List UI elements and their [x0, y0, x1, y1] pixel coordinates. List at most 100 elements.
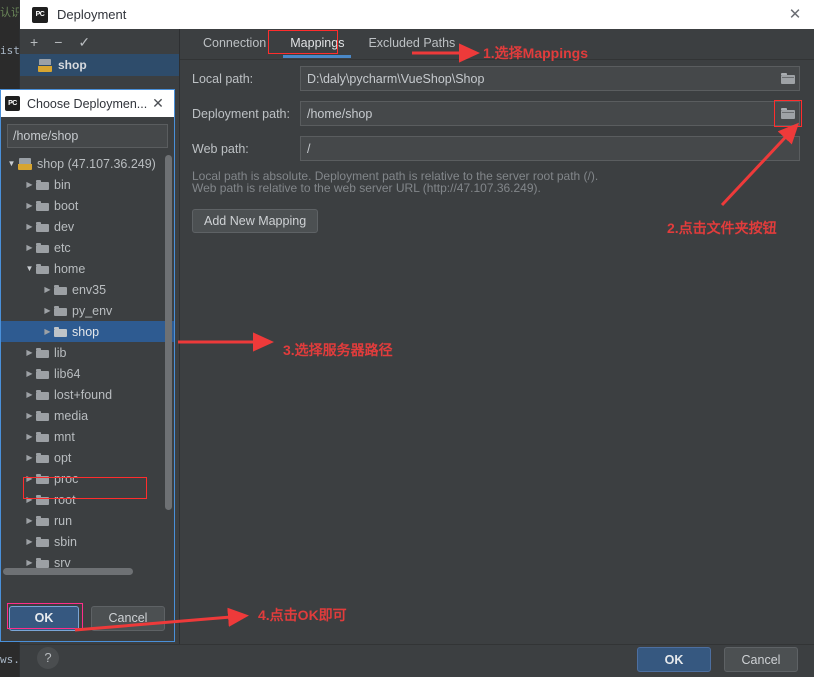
tree-node-shop-47-107-36-249-[interactable]: ▼ shop (47.107.36.249)	[1, 153, 174, 174]
tree-node-lib64[interactable]: ▶ lib64	[1, 363, 174, 384]
tab-excluded-paths[interactable]: Excluded Paths	[357, 32, 466, 56]
folder-icon	[36, 515, 49, 526]
help-icon[interactable]: ?	[37, 647, 59, 669]
chevron-right-icon[interactable]: ▶	[23, 474, 36, 483]
chevron-right-icon[interactable]: ▶	[23, 537, 36, 546]
folder-icon	[36, 410, 49, 421]
local-path-label: Local path:	[192, 71, 254, 86]
tree-node-proc[interactable]: ▶ proc	[1, 468, 174, 489]
chevron-right-icon[interactable]: ▶	[23, 390, 36, 399]
tree-node-label: home	[54, 261, 86, 276]
choose-path-input[interactable]	[8, 129, 179, 143]
pycharm-icon: PC	[32, 6, 48, 23]
tree-node-sbin[interactable]: ▶ sbin	[1, 531, 174, 552]
tree-node-label: mnt	[54, 429, 75, 444]
folder-icon	[36, 200, 49, 211]
chevron-right-icon[interactable]: ▶	[23, 453, 36, 462]
tree-node-opt[interactable]: ▶ opt	[1, 447, 174, 468]
tree-node-label: opt	[54, 450, 72, 465]
choose-dialog-title: Choose Deploymen...	[27, 96, 148, 111]
chevron-right-icon[interactable]: ▶	[23, 222, 36, 231]
servers-toolbar: + − ✓	[20, 29, 179, 54]
remote-directory-tree[interactable]: ▼ shop (47.107.36.249) ▶ bin ▶ boot ▶ dev ▶ etc ▼ h…	[1, 153, 174, 577]
tree-node-shop[interactable]: ▶ shop	[1, 321, 174, 342]
tree-node-label: root	[54, 492, 76, 507]
chevron-right-icon[interactable]: ▶	[23, 201, 36, 210]
deployment-path-input[interactable]	[301, 106, 777, 121]
folder-icon	[36, 452, 49, 463]
pycharm-icon: PC	[5, 96, 20, 111]
choose-deployment-path-dialog: PC Choose Deploymen... ✕ ▼ shop (47.107.3…	[0, 89, 179, 642]
deployment-button-group: OK Cancel	[637, 647, 798, 672]
tree-node-boot[interactable]: ▶ boot	[1, 195, 174, 216]
chevron-right-icon[interactable]: ▶	[23, 411, 36, 420]
folder-icon	[36, 347, 49, 358]
tree-node-label: py_env	[72, 303, 113, 318]
folder-icon	[36, 242, 49, 253]
background-bottom-text: ws.	[0, 653, 20, 666]
tree-node-bin[interactable]: ▶ bin	[1, 174, 174, 195]
tree-node-run[interactable]: ▶ run	[1, 510, 174, 531]
tree-node-label: shop	[72, 324, 100, 339]
web-path-field[interactable]	[300, 136, 800, 161]
close-icon[interactable]: ✕	[150, 95, 166, 111]
chevron-right-icon[interactable]: ▶	[23, 348, 36, 357]
close-icon[interactable]: ✕	[786, 6, 804, 24]
window-title: Deployment	[57, 7, 127, 22]
chevron-right-icon[interactable]: ▶	[41, 285, 54, 294]
local-path-input[interactable]	[301, 71, 777, 86]
chevron-right-icon[interactable]: ▶	[23, 180, 36, 189]
set-default-server-icon[interactable]: ✓	[78, 35, 90, 49]
tree-node-dev[interactable]: ▶ dev	[1, 216, 174, 237]
tab-connection[interactable]: Connection	[192, 32, 277, 56]
tab-mappings[interactable]: Mappings	[279, 32, 355, 58]
tree-vertical-scrollbar[interactable]	[165, 155, 172, 510]
tree-node-py-env[interactable]: ▶ py_env	[1, 300, 174, 321]
choose-dialog-button-group: OK Cancel	[1, 595, 182, 641]
tree-node-label: lib64	[54, 366, 81, 381]
chevron-right-icon[interactable]: ▶	[23, 432, 36, 441]
tree-node-label: env35	[72, 282, 107, 297]
deployment-path-browse-button[interactable]	[774, 100, 802, 127]
deployment-path-row: Deployment path:	[180, 100, 814, 127]
tree-node-label: lost+found	[54, 387, 113, 402]
deployment-path-field[interactable]	[300, 100, 802, 127]
chevron-right-icon[interactable]: ▶	[23, 369, 36, 378]
chevron-down-icon[interactable]: ▼	[23, 264, 36, 273]
tree-horizontal-scrollbar[interactable]	[3, 568, 133, 575]
chevron-right-icon[interactable]: ▶	[23, 495, 36, 504]
tree-node-lib[interactable]: ▶ lib	[1, 342, 174, 363]
folder-icon	[36, 536, 49, 547]
tree-node-root[interactable]: ▶ root	[1, 489, 174, 510]
chevron-down-icon[interactable]: ▼	[5, 159, 18, 168]
tree-node-media[interactable]: ▶ media	[1, 405, 174, 426]
tree-node-label: dev	[54, 219, 75, 234]
local-path-field[interactable]	[300, 66, 800, 91]
tree-node-etc[interactable]: ▶ etc	[1, 237, 174, 258]
cancel-button[interactable]: Cancel	[724, 647, 798, 672]
choose-ok-button[interactable]: OK	[9, 605, 79, 631]
folder-icon	[36, 431, 49, 442]
chevron-right-icon[interactable]: ▶	[23, 243, 36, 252]
tree-node-home[interactable]: ▼ home	[1, 258, 174, 279]
ok-button[interactable]: OK	[637, 647, 711, 672]
folder-icon	[781, 73, 795, 84]
choose-cancel-button[interactable]: Cancel	[91, 605, 165, 631]
remove-server-icon[interactable]: −	[54, 35, 62, 49]
server-list-item-shop[interactable]: shop	[20, 54, 179, 76]
server-icon	[38, 58, 52, 72]
tree-node-lost-found[interactable]: ▶ lost+found	[1, 384, 174, 405]
chevron-right-icon[interactable]: ▶	[41, 306, 54, 315]
local-path-browse-button[interactable]	[777, 68, 799, 89]
server-icon	[18, 157, 32, 170]
web-path-input[interactable]	[301, 141, 799, 156]
chevron-right-icon[interactable]: ▶	[23, 516, 36, 525]
choose-dialog-titlebar: PC Choose Deploymen... ✕	[1, 90, 174, 117]
add-new-mapping-button[interactable]: Add New Mapping	[192, 209, 319, 233]
add-server-icon[interactable]: +	[30, 35, 38, 49]
choose-path-field[interactable]	[7, 124, 179, 148]
chevron-right-icon[interactable]: ▶	[23, 558, 36, 567]
chevron-right-icon[interactable]: ▶	[41, 327, 54, 336]
tree-node-env35[interactable]: ▶ env35	[1, 279, 174, 300]
tree-node-mnt[interactable]: ▶ mnt	[1, 426, 174, 447]
